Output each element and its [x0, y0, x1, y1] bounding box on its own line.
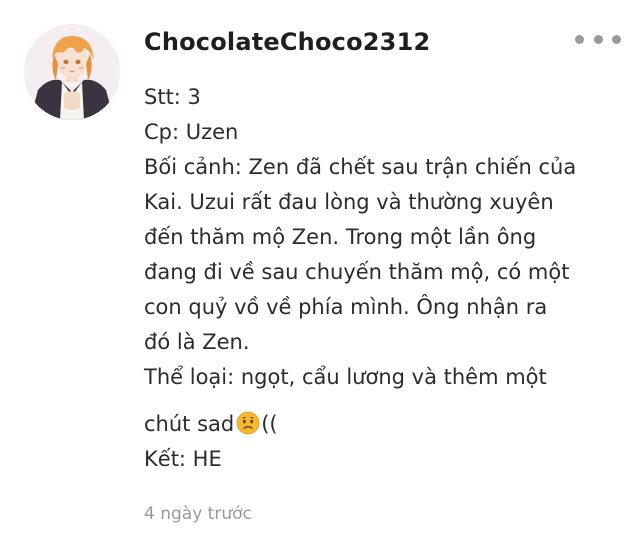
- comment-line-context: đến thăm mộ Zen. Trong một lần ông: [144, 225, 537, 249]
- more-options-button[interactable]: [575, 28, 621, 50]
- comment-line-ending: Kết: HE: [144, 447, 222, 471]
- anime-character-avatar-icon: [24, 24, 120, 120]
- more-horizontal-icon: [593, 34, 603, 44]
- comment-line-context: đang đi về sau chuyến thăm mộ, có một: [144, 260, 570, 284]
- more-horizontal-icon: [575, 34, 584, 44]
- genre-text-after: ((: [261, 412, 278, 436]
- comment-card: ChocolateChoco2312 Stt: 3 Cp: Uzen Bối c…: [0, 0, 640, 559]
- comment-line-cp: Cp: Uzen: [144, 120, 239, 144]
- comment-line-context: Bối cảnh: Zen đã chết sau trận chiến của: [144, 155, 577, 179]
- comment-line-stt: Stt: 3: [144, 85, 201, 109]
- username[interactable]: ChocolateChoco2312: [144, 28, 430, 56]
- comment-line-context: Kai. Uzui rất đau lòng và thường xuyên: [144, 190, 554, 214]
- comment-body: Stt: 3 Cp: Uzen Bối cảnh: Zen đã chết sa…: [144, 80, 624, 477]
- comment-timestamp: 4 ngày trước: [144, 504, 252, 524]
- comment-line-context: con quỷ vồ về phía mình. Ông nhận ra: [144, 295, 548, 319]
- genre-text: chút sad: [144, 412, 235, 436]
- avatar[interactable]: [24, 24, 120, 120]
- comment-line-context: đó là Zen.: [144, 330, 250, 354]
- more-horizontal-icon: [612, 34, 621, 44]
- comment-line-genre-continued: chút sad ((: [144, 407, 624, 442]
- comment-line-genre: Thể loại: ngọt, cẩu lương và thêm một: [144, 365, 547, 389]
- worried-face-emoji-icon: [236, 411, 260, 435]
